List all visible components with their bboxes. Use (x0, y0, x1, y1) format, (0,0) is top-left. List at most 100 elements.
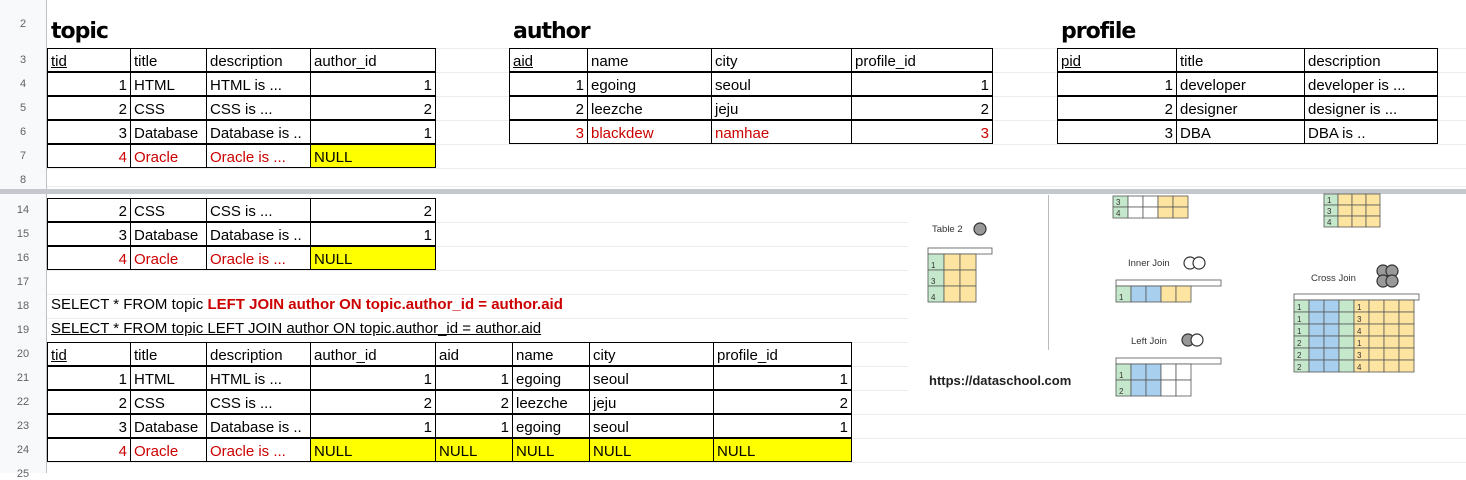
diagram-header (1293, 293, 1420, 301)
diagram-cell (959, 269, 977, 287)
diagram-cell (943, 253, 961, 271)
diagram-cell (943, 285, 961, 303)
diagram-cell (1308, 359, 1325, 373)
diagram-cell (1127, 195, 1144, 208)
diagram-cell (1368, 335, 1385, 349)
diagram-cell-label: 3 (1116, 198, 1121, 207)
diagram-cell (1172, 195, 1189, 208)
diagram-cell (1338, 311, 1355, 325)
diagram-cell (1145, 379, 1162, 397)
join-diagram-graphic: 3 4 1 3 4 1 3 4 1 1 2 1 1 1 2 2 2 1 3 4 1 3 4 (927, 193, 1420, 397)
diagram-cell-label: 3 (1357, 315, 1362, 324)
diagram-cell-label: 4 (931, 293, 936, 302)
diagram-cell (1160, 363, 1177, 381)
table2-icon (973, 222, 987, 236)
diagram-cell (959, 285, 977, 303)
diagram-cell (1323, 311, 1340, 325)
diagram-cell (1398, 323, 1415, 337)
diagram-cell-label: 3 (1357, 351, 1362, 360)
diagram-cell (1130, 379, 1147, 397)
diagram-cell (1130, 285, 1147, 303)
diagram-cell (1157, 206, 1174, 219)
diagram-cell (1175, 379, 1192, 397)
diagram-cell (1323, 359, 1340, 373)
diagram-cell (1383, 347, 1400, 361)
diagram-cell-label: 1 (1119, 371, 1124, 380)
diagram-cell (1308, 323, 1325, 337)
diagram-cell-label: 4 (1327, 218, 1332, 227)
diagram-cell-label: 1 (1297, 327, 1302, 336)
diagram-cell-label: 1 (931, 261, 936, 270)
diagram-cell (1368, 347, 1385, 361)
diagram-cell-label: 1 (1357, 339, 1362, 348)
diagram-cell (1383, 311, 1400, 325)
diagram-cell (1142, 206, 1159, 219)
diagram-cell (959, 253, 977, 271)
diagram-cell (1160, 285, 1177, 303)
diagram-cell (1323, 347, 1340, 361)
diagram-cell (1351, 215, 1367, 228)
diagram-cell-label: 1 (1327, 196, 1332, 205)
diagram-cell (1308, 347, 1325, 361)
diagram-cell (1383, 359, 1400, 373)
diagram-cell (1142, 195, 1159, 208)
diagram-cell (1351, 193, 1367, 206)
inner-join-right-circle (1192, 256, 1206, 270)
diagram-cell (1175, 363, 1192, 381)
diagram-header (927, 247, 993, 255)
left-join-right-circle (1190, 333, 1204, 347)
diagram-cell (1351, 204, 1367, 217)
diagram-cell-label: 4 (1357, 363, 1362, 372)
diagram-cell (1398, 359, 1415, 373)
diagram-cell (1323, 299, 1340, 313)
diagram-cell (943, 269, 961, 287)
diagram-cell (1337, 204, 1353, 217)
diagram-cell-label: 4 (1357, 327, 1362, 336)
diagram-cell (1365, 193, 1381, 206)
diagram-cell (1368, 323, 1385, 337)
diagram-cell (1368, 311, 1385, 325)
diagram-cell (1323, 323, 1340, 337)
diagram-cell (1338, 335, 1355, 349)
diagram-cell (1175, 285, 1192, 303)
diagram-cell (1323, 335, 1340, 349)
diagram-cell-label: 2 (1297, 351, 1302, 360)
diagram-cell (1398, 335, 1415, 349)
diagram-cell-label: 3 (931, 277, 936, 286)
diagram-cell-label: 1 (1297, 315, 1302, 324)
diagram-cell-label: 2 (1297, 363, 1302, 372)
diagram-cell (1398, 311, 1415, 325)
diagram-cell (1308, 299, 1325, 313)
diagram-cell (1337, 193, 1353, 206)
diagram-cell (1172, 206, 1189, 219)
diagram-cell (1127, 206, 1144, 219)
diagram-cell-label: 2 (1297, 339, 1302, 348)
diagram-cell (1145, 363, 1162, 381)
diagram-cell (1365, 204, 1381, 217)
diagram-cell (1337, 215, 1353, 228)
diagram-cell-label: 1 (1119, 293, 1124, 302)
diagram-cell-label: 1 (1297, 303, 1302, 312)
diagram-cell-label: 3 (1327, 207, 1332, 216)
diagram-cell-label: 4 (1116, 209, 1121, 218)
diagram-cell-label: 1 (1357, 303, 1362, 312)
diagram-header (1115, 357, 1222, 365)
diagram-cell (1308, 311, 1325, 325)
diagram-cell (1157, 195, 1174, 208)
diagram-cell (1130, 363, 1147, 381)
diagram-cell (1338, 299, 1355, 313)
cross-join-circle-4 (1385, 274, 1399, 288)
diagram-cell (1383, 335, 1400, 349)
diagram-cell (1338, 323, 1355, 337)
diagram-cell (1308, 335, 1325, 349)
diagram-cell (1365, 215, 1381, 228)
diagram-cell (1383, 323, 1400, 337)
diagram-cell (1368, 359, 1385, 373)
diagram-cell (1368, 299, 1385, 313)
diagram-header (1115, 279, 1222, 287)
diagram-cell (1145, 285, 1162, 303)
diagram-cell (1383, 299, 1400, 313)
diagram-cell (1338, 347, 1355, 361)
diagram-cell (1398, 299, 1415, 313)
diagram-cell-label: 2 (1119, 387, 1124, 396)
